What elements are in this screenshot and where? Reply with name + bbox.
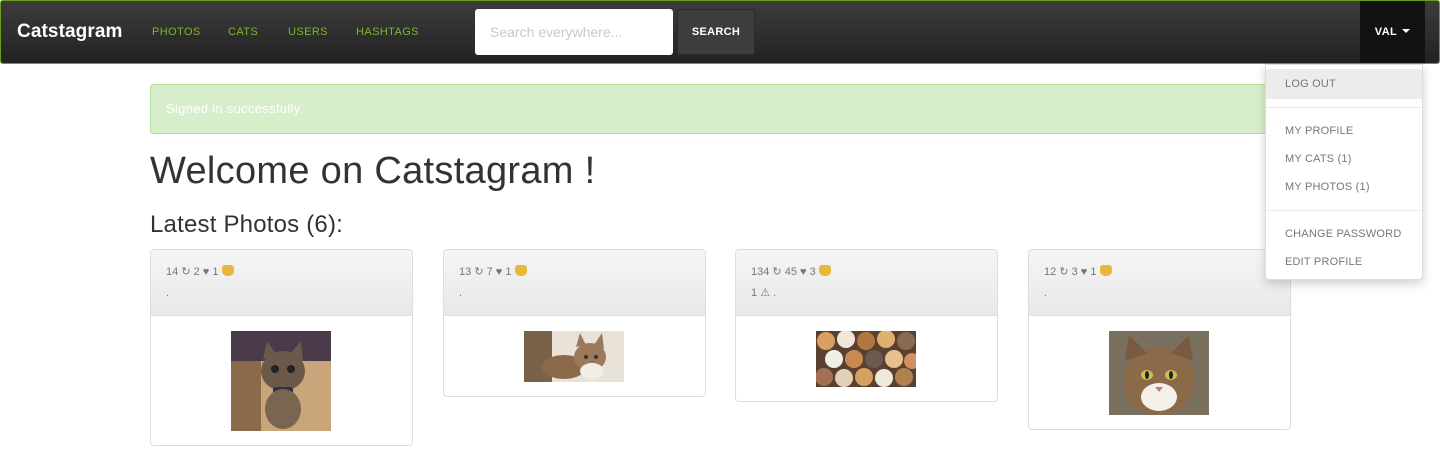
repost-icon: ↻	[474, 266, 484, 278]
photo-stats: 134 ↻ 45 ♥ 3	[751, 263, 982, 281]
cat-photo[interactable]	[816, 331, 916, 387]
search-button[interactable]: SEARCH	[677, 9, 755, 55]
photo-tags: .	[166, 287, 170, 299]
cat-face-icon	[221, 265, 234, 276]
nav-link-photos[interactable]: PHOTOS	[152, 1, 201, 63]
cat-photo[interactable]	[524, 331, 624, 382]
views-count: 14	[166, 266, 179, 278]
nav-link-hashtags[interactable]: HASHTAGS	[356, 1, 419, 63]
user-dropdown-menu: LOG OUT MY PROFILE MY CATS (1) MY PHOTOS…	[1265, 64, 1423, 280]
warning-icon: ⚠	[760, 287, 771, 299]
navbar: Catstagram PHOTOS CATS USERS HASHTAGS SE…	[0, 0, 1440, 64]
likes-count: 1	[212, 266, 219, 278]
photo-stats: 13 ↻ 7 ♥ 1	[459, 263, 690, 281]
warnings-count: 1	[751, 287, 758, 299]
views-count: 12	[1044, 266, 1057, 278]
repost-count: 2	[193, 266, 200, 278]
dropdown-item-edit-profile[interactable]: EDIT PROFILE	[1266, 248, 1422, 276]
likes-count: 1	[1090, 266, 1097, 278]
photo-stats: 14 ↻ 2 ♥ 1	[166, 263, 397, 281]
photo-tags: .	[1044, 287, 1048, 299]
heart-icon[interactable]: ♥	[800, 266, 807, 278]
heart-icon[interactable]: ♥	[496, 266, 503, 278]
search-input[interactable]	[475, 9, 673, 55]
photo-card-header: 14 ↻ 2 ♥ 1 .	[151, 250, 412, 316]
dropdown-item-change-password[interactable]: CHANGE PASSWORD	[1266, 220, 1422, 248]
repost-count: 45	[784, 266, 797, 278]
nav-link-cats[interactable]: CATS	[228, 1, 258, 63]
dropdown-item-my-photos[interactable]: MY PHOTOS (1)	[1266, 173, 1422, 201]
dropdown-item-my-profile[interactable]: MY PROFILE	[1266, 117, 1422, 145]
photo-card[interactable]: 14 ↻ 2 ♥ 1 .	[150, 249, 413, 446]
likes-count: 3	[809, 266, 816, 278]
brand-logo[interactable]: Catstagram	[17, 1, 123, 63]
photo-card-header: 134 ↻ 45 ♥ 3 1 ⚠ .	[736, 250, 997, 316]
views-count: 134	[751, 266, 770, 278]
page-title: Welcome on Catstagram !	[150, 150, 596, 192]
repost-icon: ↻	[1059, 266, 1069, 278]
cat-face-icon	[818, 265, 831, 276]
success-alert: Signed in successfully.	[150, 84, 1290, 134]
dropdown-divider	[1266, 210, 1422, 211]
repost-icon: ↻	[181, 266, 191, 278]
repost-icon: ↻	[772, 266, 782, 278]
photo-card[interactable]: 134 ↻ 45 ♥ 3 1 ⚠ .	[735, 249, 998, 402]
dropdown-item-logout[interactable]: LOG OUT	[1266, 69, 1422, 99]
cat-photo[interactable]	[231, 331, 331, 431]
photo-card-header: 12 ↻ 3 ♥ 1 .	[1029, 250, 1290, 316]
photo-tags-text: .	[773, 287, 777, 299]
photo-tags: 1 ⚠ .	[751, 284, 982, 302]
heart-icon[interactable]: ♥	[203, 266, 210, 278]
cat-face-icon	[514, 265, 527, 276]
repost-count: 7	[486, 266, 493, 278]
views-count: 13	[459, 266, 472, 278]
photo-stats: 12 ↻ 3 ♥ 1	[1044, 263, 1275, 281]
caret-down-icon	[1402, 29, 1411, 34]
repost-count: 3	[1071, 266, 1078, 278]
latest-photos-heading: Latest Photos (6):	[150, 211, 344, 238]
heart-icon[interactable]: ♥	[1081, 266, 1088, 278]
photo-card[interactable]: 13 ↻ 7 ♥ 1 .	[443, 249, 706, 397]
user-name: VAL	[1374, 26, 1398, 38]
photo-card-header: 13 ↻ 7 ♥ 1 .	[444, 250, 705, 316]
user-menu-toggle[interactable]: VAL	[1360, 1, 1425, 63]
nav-link-users[interactable]: USERS	[288, 1, 328, 63]
dropdown-item-my-cats[interactable]: MY CATS (1)	[1266, 145, 1422, 173]
photo-tags: .	[459, 287, 463, 299]
cat-photo[interactable]	[1109, 331, 1209, 415]
likes-count: 1	[505, 266, 512, 278]
cat-face-icon	[1099, 265, 1112, 276]
dropdown-divider	[1266, 107, 1422, 108]
photo-card[interactable]: 12 ↻ 3 ♥ 1 .	[1028, 249, 1291, 430]
